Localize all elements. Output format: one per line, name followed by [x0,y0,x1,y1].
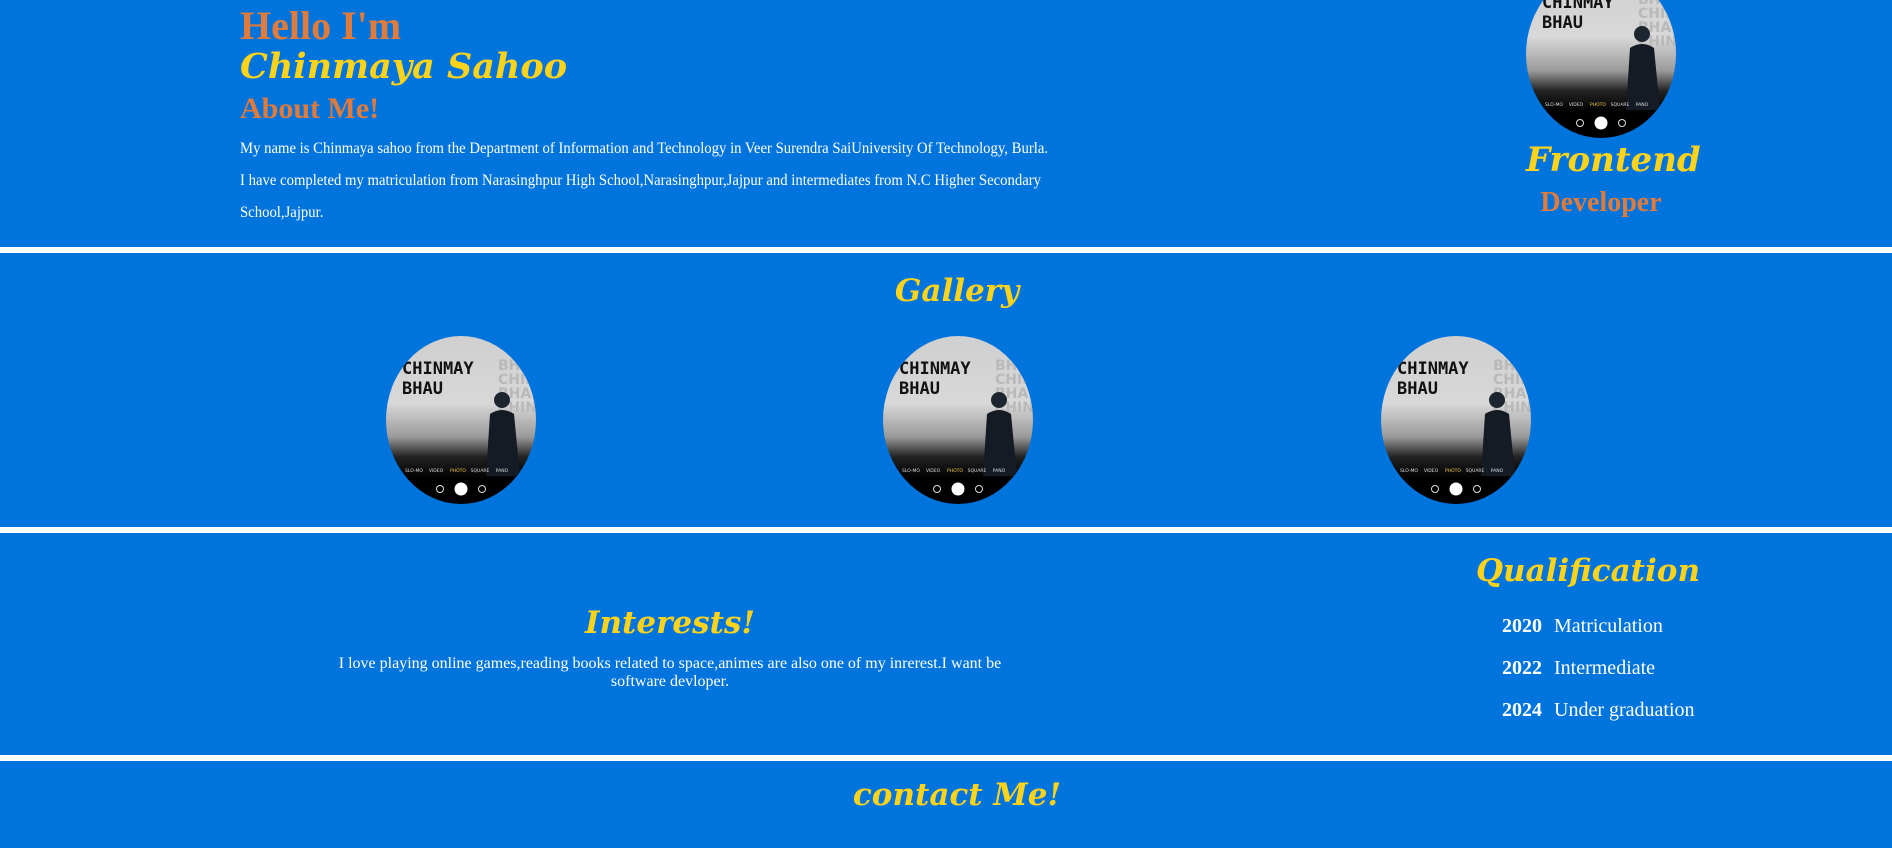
contact-section: contact Me! [0,761,1892,848]
bio-text: My name is Chinmaya sahoo from the Depar… [240,140,1049,221]
gallery-photo: BHAUCHINBHAUCHINCHINMAYBHAUSLO-MOVIDEOPH… [386,336,536,504]
gallery-photo: BHAUCHINBHAUCHINCHINMAYBHAUSLO-MOVIDEOPH… [883,336,1033,504]
info-section: Interests! I love playing online games,r… [0,533,1892,755]
qualification-year: 2020 [1502,614,1542,637]
settings-icon [478,485,486,493]
camera-switch-icon [1431,485,1439,493]
camera-mode-label: PHOTO [450,468,466,474]
camera-switch-icon [1576,119,1584,127]
gallery-section: Gallery BHAUCHINBHAUCHINCHINMAYBHAUSLO-M… [0,253,1892,527]
shutter-icon [1594,116,1608,130]
qualification-year: 2024 [1502,698,1542,721]
photo-overlay-line2: BHAU [402,379,443,399]
shutter-icon [454,482,468,496]
photo-image: BHAUCHINBHAUCHINCHINMAYBHAUSLO-MOVIDEOPH… [1542,0,1676,130]
shutter-icon [1449,482,1463,496]
shutter-icon [951,482,965,496]
interests-title: Interests! [585,605,755,641]
camera-mode-label: SQUARE [1611,102,1630,108]
camera-mode-label: PANO [496,468,509,474]
profile-photo: BHAUCHINBHAUCHINCHINMAYBHAUSLO-MOVIDEOPH… [1526,0,1676,138]
contact-title: contact Me! [852,777,1062,813]
camera-mode-label: PHOTO [1590,102,1606,108]
camera-mode-label: PHOTO [1445,468,1461,474]
camera-mode-label: PANO [1636,102,1649,108]
interests-text: I love playing online games,reading book… [338,655,1002,690]
camera-mode-label: SQUARE [471,468,490,474]
camera-mode-label: PANO [1491,468,1504,474]
name-heading: Chinmaya Sahoo [240,46,568,87]
about-heading: About Me! [240,92,380,125]
gallery-title: Gallery [894,273,1020,309]
qualification-label: Under graduation [1554,698,1695,721]
camera-mode-label: VIDEO [1569,102,1584,108]
role-title-line1: Frontend [1526,140,1701,180]
camera-mode-label: SLO-MO [902,468,920,474]
photo-overlay-line1: CHINMAY [402,359,474,379]
settings-icon [1473,485,1481,493]
photo-overlay-line1: CHINMAY [1542,0,1614,13]
role-title-line2: Developer [1540,187,1662,218]
qualification-label: Matriculation [1554,614,1663,637]
qualification-label: Intermediate [1554,656,1656,679]
camera-switch-icon [933,485,941,493]
qualification-year: 2022 [1502,656,1542,679]
camera-mode-label: SLO-MO [1400,468,1418,474]
qualification-list: 2020 Matriculation 2022 Intermediate 202… [1502,605,1695,731]
hero-section: Hello I'm Chinmaya Sahoo About Me! My na… [0,0,1892,247]
photo-overlay-line2: BHAU [1397,379,1438,399]
photo-overlay-line1: CHINMAY [899,359,971,379]
camera-mode-label: SLO-MO [405,468,423,474]
qualification-item: 2024 Under graduation [1502,689,1695,731]
qualification-item: 2020 Matriculation [1502,605,1695,647]
photo-overlay-line2: BHAU [1542,13,1583,33]
photo-image: BHAUCHINBHAUCHINCHINMAYBHAUSLO-MOVIDEOPH… [1397,358,1531,496]
qualification-item: 2022 Intermediate [1502,647,1695,689]
camera-switch-icon [436,485,444,493]
photo-overlay-line2: BHAU [899,379,940,399]
settings-icon [1618,119,1626,127]
camera-mode-label: PANO [993,468,1006,474]
gallery-photo: BHAUCHINBHAUCHINCHINMAYBHAUSLO-MOVIDEOPH… [1381,336,1531,504]
camera-mode-label: VIDEO [429,468,444,474]
greeting-heading: Hello I'm [240,3,402,48]
camera-mode-label: SQUARE [968,468,987,474]
camera-mode-label: VIDEO [926,468,941,474]
photo-image: BHAUCHINBHAUCHINCHINMAYBHAUSLO-MOVIDEOPH… [899,358,1033,496]
photo-image: BHAUCHINBHAUCHINCHINMAYBHAUSLO-MOVIDEOPH… [402,358,536,496]
settings-icon [975,485,983,493]
camera-mode-label: VIDEO [1424,468,1439,474]
photo-overlay-line1: CHINMAY [1397,359,1469,379]
camera-mode-label: SQUARE [1466,468,1485,474]
qualification-title: Qualification [1476,553,1700,589]
camera-mode-label: PHOTO [947,468,963,474]
camera-mode-label: SLO-MO [1545,102,1563,108]
